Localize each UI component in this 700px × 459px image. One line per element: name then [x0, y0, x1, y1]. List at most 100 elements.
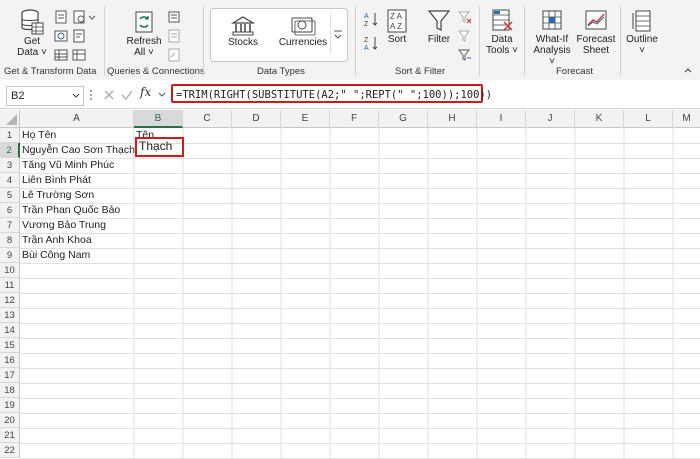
stocks-button[interactable]: Stocks	[221, 15, 265, 48]
refresh-label-2: All ˅	[134, 47, 154, 58]
advanced-filter-icon[interactable]	[458, 48, 472, 62]
row-header-19[interactable]: 19	[0, 398, 20, 413]
cancel-icon[interactable]	[102, 88, 116, 102]
select-all-corner[interactable]	[0, 110, 20, 128]
cell-a9[interactable]: Bùi Công Nam	[20, 248, 90, 263]
row-header-21[interactable]: 21	[0, 428, 20, 443]
enter-check-icon[interactable]	[120, 88, 134, 102]
row-header-13[interactable]: 13	[0, 308, 20, 323]
column-header-i[interactable]: I	[477, 110, 526, 128]
row-header-15[interactable]: 15	[0, 338, 20, 353]
what-if-label-2: Analysis ˅	[533, 45, 571, 67]
row-header-8[interactable]: 8	[0, 233, 20, 248]
what-if-analysis-button[interactable]: What-If Analysis ˅	[531, 8, 573, 67]
column-header-e[interactable]: E	[281, 110, 330, 128]
properties-icon[interactable]	[167, 29, 181, 43]
column-header-d[interactable]: D	[232, 110, 281, 128]
filter-button[interactable]: Filter	[424, 8, 454, 45]
refresh-label: Refresh	[126, 36, 162, 47]
data-tools-label-2: Tools ˅	[486, 45, 518, 56]
name-box[interactable]: B2	[6, 86, 84, 106]
insert-function-button[interactable]: fx	[140, 85, 151, 99]
clear-filter-icon[interactable]	[458, 10, 472, 24]
worksheet-grid[interactable]: A B C D E F G H I J K L M 1 2 3 4 5 6 7 …	[0, 110, 700, 459]
column-header-b[interactable]: B	[134, 110, 183, 128]
column-header-a[interactable]: A	[20, 110, 134, 128]
from-web-icon[interactable]	[54, 29, 68, 43]
row-header-1[interactable]: 1	[0, 128, 20, 143]
row-header-9[interactable]: 9	[0, 248, 20, 263]
row-header-12[interactable]: 12	[0, 293, 20, 308]
collapse-ribbon-icon[interactable]	[682, 64, 694, 76]
cell-a2[interactable]: Nguyễn Cao Sơn Thạch	[20, 143, 135, 158]
data-tools-button[interactable]: Data Tools ˅	[484, 8, 520, 56]
forecast-sheet-button[interactable]: Forecast Sheet	[576, 8, 616, 56]
group-divider	[104, 6, 105, 76]
svg-text:Z: Z	[364, 21, 369, 28]
row-header-16[interactable]: 16	[0, 353, 20, 368]
row-header-17[interactable]: 17	[0, 368, 20, 383]
group-label-sort-filter: Sort & Filter	[395, 66, 446, 77]
bank-icon	[231, 16, 255, 36]
column-header-h[interactable]: H	[428, 110, 477, 128]
column-header-l[interactable]: L	[624, 110, 673, 128]
cell-b2-selected[interactable]: Thạch	[135, 137, 184, 157]
row-header-18[interactable]: 18	[0, 383, 20, 398]
row-header-14[interactable]: 14	[0, 323, 20, 338]
cell-a6[interactable]: Trần Phan Quốc Bảo	[20, 203, 120, 218]
cell-a4[interactable]: Liên Bình Phát	[20, 173, 91, 188]
sort-button[interactable]: Z A A Z Sort	[383, 8, 411, 45]
name-box-value: B2	[11, 90, 25, 102]
query-editor-icon[interactable]	[72, 48, 86, 62]
outline-icon	[632, 10, 651, 32]
chevron-down-icon[interactable]	[87, 10, 97, 24]
cell-a1[interactable]: Họ Tên	[20, 128, 56, 143]
refresh-icon	[135, 11, 153, 33]
cell-a8[interactable]: Trần Anh Khoa	[20, 233, 92, 248]
svg-text:A: A	[364, 13, 369, 20]
column-header-m[interactable]: M	[673, 110, 700, 128]
sort-ascending-icon[interactable]: AZ	[363, 10, 379, 28]
currencies-button[interactable]: Currencies	[275, 15, 331, 48]
edit-links-icon[interactable]	[167, 48, 181, 62]
chevron-down-icon[interactable]	[158, 92, 166, 98]
row-header-7[interactable]: 7	[0, 218, 20, 233]
cell-a3[interactable]: Tăng Vũ Minh Phúc	[20, 158, 114, 173]
outline-button[interactable]: Outline ˅	[624, 8, 660, 56]
row-header-20[interactable]: 20	[0, 413, 20, 428]
select-all-triangle-icon	[6, 114, 17, 125]
column-header-g[interactable]: G	[379, 110, 428, 128]
formula-input[interactable]: =TRIM(RIGHT(SUBSTITUTE(A2;" ";REPT(" ";1…	[171, 84, 492, 103]
cell-a5[interactable]: Lê Trường Sơn	[20, 188, 94, 203]
column-header-f[interactable]: F	[330, 110, 379, 128]
row-header-10[interactable]: 10	[0, 263, 20, 278]
row-header-11[interactable]: 11	[0, 278, 20, 293]
get-data-button[interactable]: Get Data ˅	[14, 8, 50, 58]
row-header-3[interactable]: 3	[0, 158, 20, 173]
row-header-22[interactable]: 22	[0, 443, 20, 458]
recent-sources-icon[interactable]	[72, 10, 86, 24]
column-header-k[interactable]: K	[575, 110, 624, 128]
group-divider	[355, 6, 356, 76]
row-header-6[interactable]: 6	[0, 203, 20, 218]
row-header-5[interactable]: 5	[0, 188, 20, 203]
from-text-icon[interactable]	[54, 10, 68, 24]
outline-label-2: ˅	[639, 45, 645, 56]
row-header-4[interactable]: 4	[0, 173, 20, 188]
refresh-all-button[interactable]: Refresh All ˅	[124, 8, 164, 58]
column-header-c[interactable]: C	[183, 110, 232, 128]
data-types-more-button[interactable]	[330, 14, 345, 54]
from-table-icon[interactable]	[54, 48, 68, 62]
sort-descending-icon[interactable]: ZA	[363, 34, 379, 52]
reapply-icon[interactable]	[458, 29, 472, 43]
filter-funnel-icon	[427, 10, 451, 31]
drag-handle-icon[interactable]	[88, 88, 94, 102]
chevron-down-icon[interactable]	[71, 92, 81, 100]
queries-connections-icon[interactable]	[167, 10, 181, 24]
row-header-2[interactable]: 2	[0, 143, 20, 158]
cell-a7[interactable]: Vương Bảo Trung	[20, 218, 106, 233]
column-header-j[interactable]: J	[526, 110, 575, 128]
gallery-more-icon	[334, 30, 342, 39]
existing-connections-icon[interactable]	[72, 29, 86, 43]
what-if-label: What-If	[535, 34, 569, 45]
